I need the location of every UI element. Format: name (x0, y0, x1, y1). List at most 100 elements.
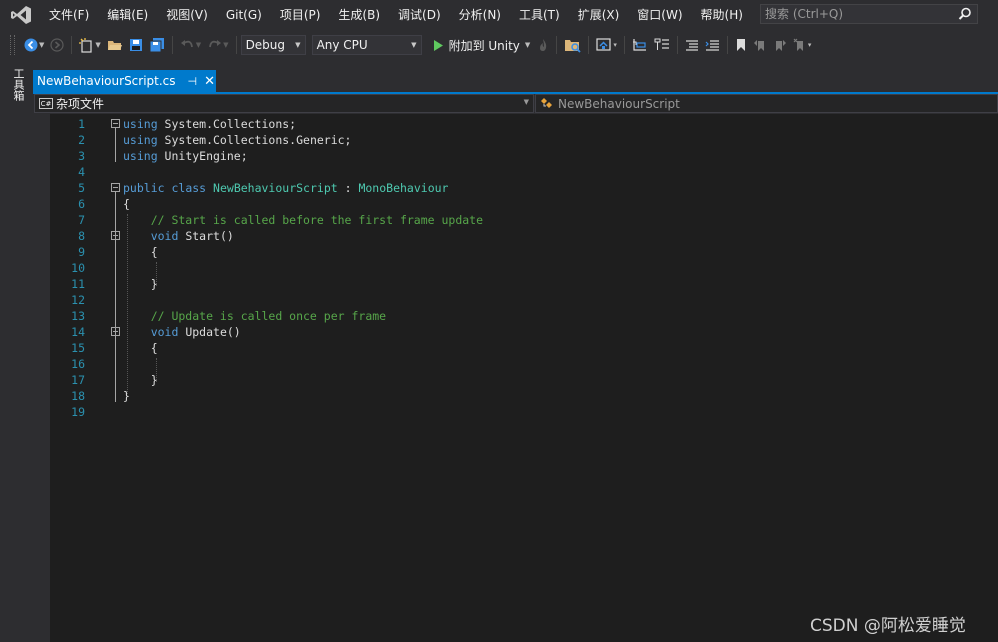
uncomment-lines-button[interactable] (702, 34, 723, 56)
hot-reload-button[interactable] (534, 34, 552, 56)
keyword-token: using (123, 117, 158, 131)
chevron-down-icon: ▼ (39, 41, 45, 49)
type-token: MonoBehaviour (358, 181, 449, 195)
code-line[interactable]: 17 } (50, 372, 998, 388)
redo-button[interactable]: ▼ (204, 34, 231, 56)
menu-item[interactable]: 分析(N) (450, 0, 510, 30)
find-in-files-button[interactable] (561, 34, 584, 56)
comment-token: // Update is called once per frame (123, 309, 387, 323)
code-line[interactable]: 9 { (50, 244, 998, 260)
menu-item[interactable]: 视图(V) (157, 0, 217, 30)
code-token: : (337, 181, 359, 195)
code-line[interactable]: 1 using System.Collections; (50, 116, 998, 132)
document-tab-title: NewBehaviourScript.cs (37, 74, 176, 88)
code-line[interactable]: 14 void Update() (50, 324, 998, 340)
code-text: void Start() (123, 228, 234, 244)
menu-item[interactable]: 调试(D) (389, 0, 450, 30)
new-item-icon (79, 37, 92, 53)
code-token: { (123, 245, 158, 259)
code-token: Update() (178, 325, 241, 339)
redo-icon (209, 40, 222, 48)
code-token: System.Collections; (157, 117, 297, 131)
code-line[interactable]: 13 // Update is called once per frame (50, 308, 998, 324)
solution-platform-dropdown[interactable]: Any CPU ▼ (311, 35, 422, 55)
code-line[interactable]: 19 (50, 404, 998, 420)
collapse-minus-icon (113, 187, 118, 188)
project-dropdown[interactable]: C# 杂项文件 ▼ (34, 94, 534, 113)
new-project-button[interactable]: ▼ (76, 34, 103, 56)
next-bookmark-button[interactable] (770, 34, 790, 56)
toolbar-separator (235, 36, 237, 54)
code-line[interactable]: 12 (50, 292, 998, 308)
menu-item[interactable]: 窗口(W) (628, 0, 691, 30)
platform-value: Any CPU (316, 38, 368, 52)
collapse-definitions-button[interactable] (651, 34, 673, 56)
bookmark-previous-icon (753, 40, 764, 51)
attach-label: 附加到 Unity (448, 38, 520, 53)
line-number: 12 (71, 293, 85, 307)
code-line[interactable]: 6{ (50, 196, 998, 212)
comment-lines-button[interactable] (682, 34, 702, 56)
code-line[interactable]: 4 (50, 164, 998, 180)
undo-icon (180, 40, 193, 48)
code-text: using System.Collections.Generic; (123, 132, 352, 148)
clear-bookmarks-button[interactable]: ▾ (790, 34, 815, 56)
menu-item[interactable]: 项目(P) (271, 0, 330, 30)
code-line[interactable]: 10 (50, 260, 998, 276)
close-icon[interactable]: ✕ (204, 74, 215, 89)
code-line[interactable]: 18} (50, 388, 998, 404)
line-number: 7 (78, 213, 85, 227)
toolbar-grip[interactable] (10, 35, 15, 55)
search-input[interactable] (761, 6, 947, 22)
menu-item[interactable]: 文件(F) (40, 0, 98, 30)
previous-bookmark-button[interactable] (750, 34, 770, 56)
menu-item[interactable]: 帮助(H) (692, 0, 752, 30)
undo-button[interactable]: ▼ (177, 34, 204, 56)
search-box[interactable] (760, 4, 978, 24)
line-number: 6 (78, 197, 85, 211)
line-number: 2 (78, 133, 85, 147)
save-all-icon (149, 37, 164, 52)
code-token: } (123, 277, 158, 291)
code-line[interactable]: 15 { (50, 340, 998, 356)
step-into-specific-button[interactable] (629, 34, 651, 56)
toggle-bookmark-button[interactable] (732, 34, 750, 56)
chevron-down-icon: ▼ (523, 98, 529, 106)
code-line[interactable]: 5 public class NewBehaviourScript : MonoB… (50, 180, 998, 196)
keyword-token: using (123, 133, 158, 147)
browser-link-button[interactable]: ▾ (593, 34, 620, 56)
collapse-minus-icon (113, 331, 118, 332)
attach-to-unity-button[interactable]: 附加到 Unity ▼ (428, 34, 535, 56)
navigate-forward-button[interactable] (47, 34, 67, 56)
keyword-token: void (150, 325, 179, 339)
save-all-button[interactable] (146, 34, 168, 56)
document-tab[interactable]: NewBehaviourScript.cs ⊣ ✕ (33, 70, 216, 92)
open-file-button[interactable] (104, 34, 126, 56)
code-line[interactable]: 7 // Start is called before the first fr… (50, 212, 998, 228)
code-line[interactable]: 8 void Start() (50, 228, 998, 244)
menu-items: 文件(F) 编辑(E) 视图(V) Git(G) 项目(P) 生成(B) 调试(D) 分析(N… (40, 0, 752, 30)
code-line[interactable]: 2 using System.Collections.Generic; (50, 132, 998, 148)
save-button[interactable] (126, 34, 146, 56)
pin-icon[interactable]: ⊣ (188, 75, 198, 88)
toolbox-tab[interactable]: 工具箱 (10, 68, 25, 101)
code-token: } (123, 373, 158, 387)
code-line[interactable]: 11 } (50, 276, 998, 292)
navigate-back-button[interactable]: ▼ (21, 34, 47, 56)
code-line[interactable]: 16 (50, 356, 998, 372)
type-dropdown[interactable]: NewBehaviourScript (535, 94, 998, 113)
type-token: NewBehaviourScript (213, 181, 338, 195)
menu-item[interactable]: 工具(T) (510, 0, 569, 30)
code-editor[interactable]: 1 using System.Collections; 2 using System.… (33, 114, 998, 642)
code-line[interactable]: 3 using UnityEngine; (50, 148, 998, 164)
line-number: 13 (71, 309, 85, 323)
menu-item[interactable]: 生成(B) (329, 0, 389, 30)
menu-item[interactable]: Git(G) (217, 0, 271, 30)
bookmark-next-icon (775, 40, 786, 51)
menu-item[interactable]: 扩展(X) (569, 0, 629, 30)
search-icon[interactable] (958, 7, 972, 21)
code-area[interactable]: 1 using System.Collections; 2 using System.… (50, 116, 998, 420)
menu-item[interactable]: 编辑(E) (98, 0, 157, 30)
solution-configuration-dropdown[interactable]: Debug ▼ (240, 35, 306, 55)
